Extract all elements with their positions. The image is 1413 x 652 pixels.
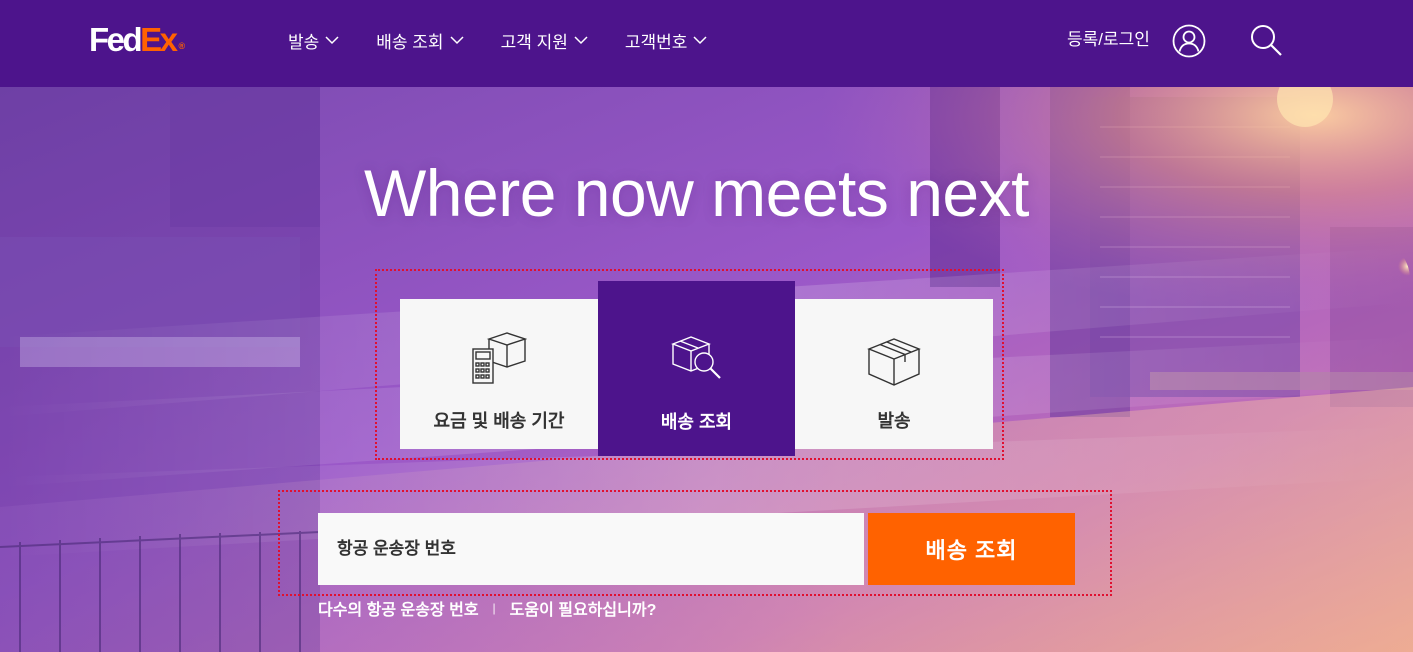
box-magnifier-icon <box>670 336 721 379</box>
chevron-down-icon <box>325 36 339 45</box>
nav-item-label: 고객번호 <box>624 32 688 52</box>
tab-ship[interactable]: 발송 <box>795 299 993 449</box>
package-icon <box>867 338 921 386</box>
hero-section: Where now meets next 요금 및 배송 기간 배송 조회 발송… <box>0 87 1413 652</box>
tracking-help-links: 다수의 항공 운송장 번호 | 도움이 필요하십니까? <box>318 596 656 620</box>
logo-fed: Fed <box>89 21 143 58</box>
nav-item-label: 배송 조회 <box>376 32 444 52</box>
nav-item-ship[interactable]: 발송 <box>288 28 339 52</box>
chevron-down-icon <box>693 36 707 45</box>
tab-label: 요금 및 배송 기간 <box>433 411 565 431</box>
calculator-box-icon <box>472 332 527 384</box>
hero-headline: Where now meets next <box>364 156 1029 230</box>
nav-item-label: 발송 <box>288 32 320 52</box>
nav-item-account[interactable]: 고객번호 <box>625 28 708 52</box>
chevron-down-icon <box>574 36 588 45</box>
tab-label: 발송 <box>877 411 911 431</box>
search-icon[interactable] <box>1249 23 1283 57</box>
tab-rates-transit[interactable]: 요금 및 배송 기간 <box>400 299 598 449</box>
fedex-logo[interactable]: FedEx ® <box>89 22 185 58</box>
multiple-tracking-link[interactable]: 다수의 항공 운송장 번호 <box>318 596 479 620</box>
logo-ex: Ex <box>140 21 178 58</box>
nav-item-support[interactable]: 고객 지원 <box>501 28 588 52</box>
top-header: FedEx ® 발송 배송 조회 고객 지원 고객번호 등록/로그인 <box>0 0 1413 87</box>
nav-item-label: 고객 지원 <box>500 32 568 52</box>
tab-track-shipment[interactable]: 배송 조회 <box>598 281 795 456</box>
tracking-number-input[interactable] <box>318 513 864 585</box>
chevron-down-icon <box>450 36 464 45</box>
login-link[interactable]: 등록/로그인 <box>1067 28 1150 52</box>
nav-item-track[interactable]: 배송 조회 <box>376 28 464 52</box>
help-link[interactable]: 도움이 필요하십니까? <box>510 596 657 620</box>
link-separator: | <box>492 601 496 615</box>
main-nav: 발송 배송 조회 고객 지원 고객번호 <box>288 28 744 52</box>
track-button[interactable]: 배송 조회 <box>868 513 1075 585</box>
tab-label: 배송 조회 <box>660 412 733 432</box>
user-icon[interactable] <box>1172 24 1206 58</box>
logo-mark: ® <box>178 41 186 51</box>
